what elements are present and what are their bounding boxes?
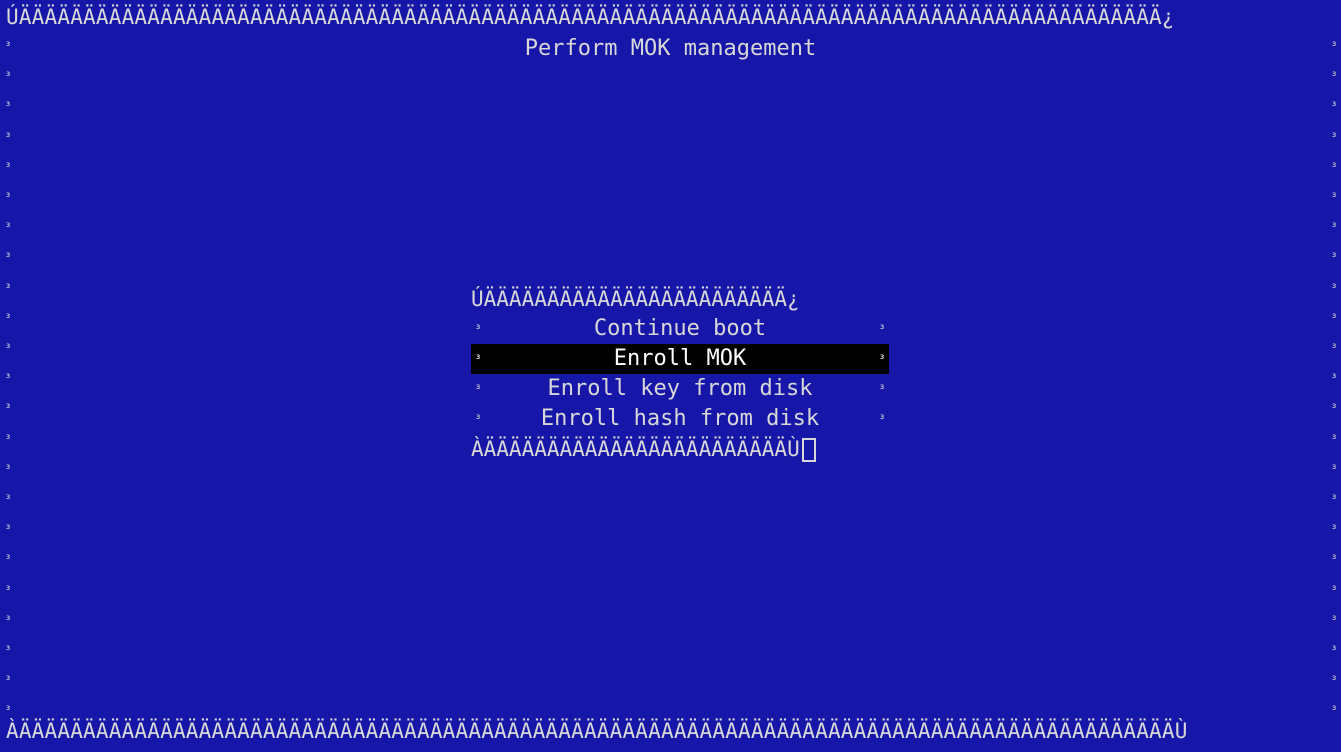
menu-item-enroll-mok[interactable]: ³ Enroll MOK ³ [471, 344, 889, 374]
frame-side-right: ³ [1330, 431, 1338, 446]
menu-side-left: ³ [474, 322, 482, 336]
frame-side-right: ³ [1330, 461, 1338, 476]
frame-side-right: ³ [1330, 159, 1338, 174]
frame-side-left: ³ [4, 643, 12, 657]
menu-side-left: ³ [474, 352, 482, 366]
frame-side-right: ³ [1330, 69, 1338, 84]
menu-border-top: ÚÄÄÄÄÄÄÄÄÄÄÄÄÄÄÄÄÄÄÄÄÄÄÄÄ¿ [471, 287, 800, 311]
frame-side-right: ³ [1330, 129, 1338, 144]
frame-side-left: ³ [4, 522, 12, 537]
frame-side-left: ³ [4, 582, 12, 597]
frame-side-right: ³ [1330, 582, 1338, 597]
frame-side-left: ³ [4, 220, 12, 235]
menu-item-label: Enroll key from disk [547, 376, 813, 401]
mok-menu: ÚÄÄÄÄÄÄÄÄÄÄÄÄÄÄÄÄÄÄÄÄÄÄÄÄ¿ ³ Continue bo… [471, 284, 911, 464]
frame-side-right: ³ [1330, 190, 1338, 204]
frame-side-left: ³ [4, 99, 12, 114]
frame-side-left: ³ [4, 69, 12, 84]
menu-item-label: Enroll hash from disk [540, 406, 820, 431]
menu-side-right: ³ [878, 412, 886, 426]
menu-item-enroll-hash-from-disk[interactable]: ³ Enroll hash from disk ³ [471, 404, 889, 434]
frame-side-left: ³ [4, 492, 12, 506]
menu-side-right: ³ [878, 352, 886, 366]
frame-side-left: ³ [4, 673, 12, 688]
frame-side-right: ³ [1330, 552, 1338, 567]
frame-side-right: ³ [1330, 371, 1338, 386]
frame-side-left: ³ [4, 401, 12, 416]
frame-side-right: ³ [1330, 612, 1338, 627]
text-cursor [801, 438, 816, 462]
screen-frame-top: ÚÄÄÄÄÄÄÄÄÄÄÄÄÄÄÄÄÄÄÄÄÄÄÄÄÄÄÄÄÄÄÄÄÄÄÄÄÄÄÄ… [6, 5, 1175, 29]
screen-frame-bottom: ÀÄÄÄÄÄÄÄÄÄÄÄÄÄÄÄÄÄÄÄÄÄÄÄÄÄÄÄÄÄÄÄÄÄÄÄÄÄÄÄ… [6, 719, 1188, 743]
menu-side-right: ³ [878, 382, 886, 396]
frame-side-left: ³ [4, 159, 12, 174]
menu-item-enroll-key-from-disk[interactable]: ³ Enroll key from disk ³ [471, 374, 889, 404]
frame-side-left: ³ [4, 552, 12, 567]
frame-side-left: ³ [4, 250, 12, 265]
menu-side-left: ³ [474, 382, 482, 396]
frame-side-left: ³ [4, 129, 12, 144]
menu-side-left: ³ [474, 412, 482, 426]
mok-manager-screen: ÚÄÄÄÄÄÄÄÄÄÄÄÄÄÄÄÄÄÄÄÄÄÄÄÄÄÄÄÄÄÄÄÄÄÄÄÄÄÄÄ… [0, 0, 1341, 752]
frame-side-left: ³ [4, 431, 12, 446]
frame-side-right: ³ [1330, 310, 1338, 325]
frame-side-right: ³ [1330, 250, 1338, 265]
frame-side-left: ³ [4, 461, 12, 476]
frame-side-left: ³ [4, 310, 12, 325]
menu-item-label: Enroll MOK [613, 346, 747, 371]
menu-item-continue-boot[interactable]: ³ Continue boot ³ [471, 314, 889, 344]
frame-side-left: ³ [4, 280, 12, 295]
frame-side-right: ³ [1330, 341, 1338, 355]
page-title: Perform MOK management [524, 36, 817, 61]
frame-side-right: ³ [1330, 99, 1338, 114]
frame-side-right: ³ [1330, 522, 1338, 537]
frame-side-right: ³ [1330, 673, 1338, 688]
menu-item-label: Continue boot [593, 316, 767, 341]
frame-side-right: ³ [1330, 492, 1338, 506]
frame-side-right: ³ [1330, 220, 1338, 235]
frame-side-left: ³ [4, 371, 12, 386]
frame-side-left: ³ [4, 612, 12, 627]
menu-side-right: ³ [878, 322, 886, 336]
frame-side-right: ³ [1330, 401, 1338, 416]
frame-side-right: ³ [1330, 280, 1338, 295]
frame-side-left: ³ [4, 341, 12, 355]
frame-side-left: ³ [4, 190, 12, 204]
frame-side-right: ³ [1330, 643, 1338, 657]
